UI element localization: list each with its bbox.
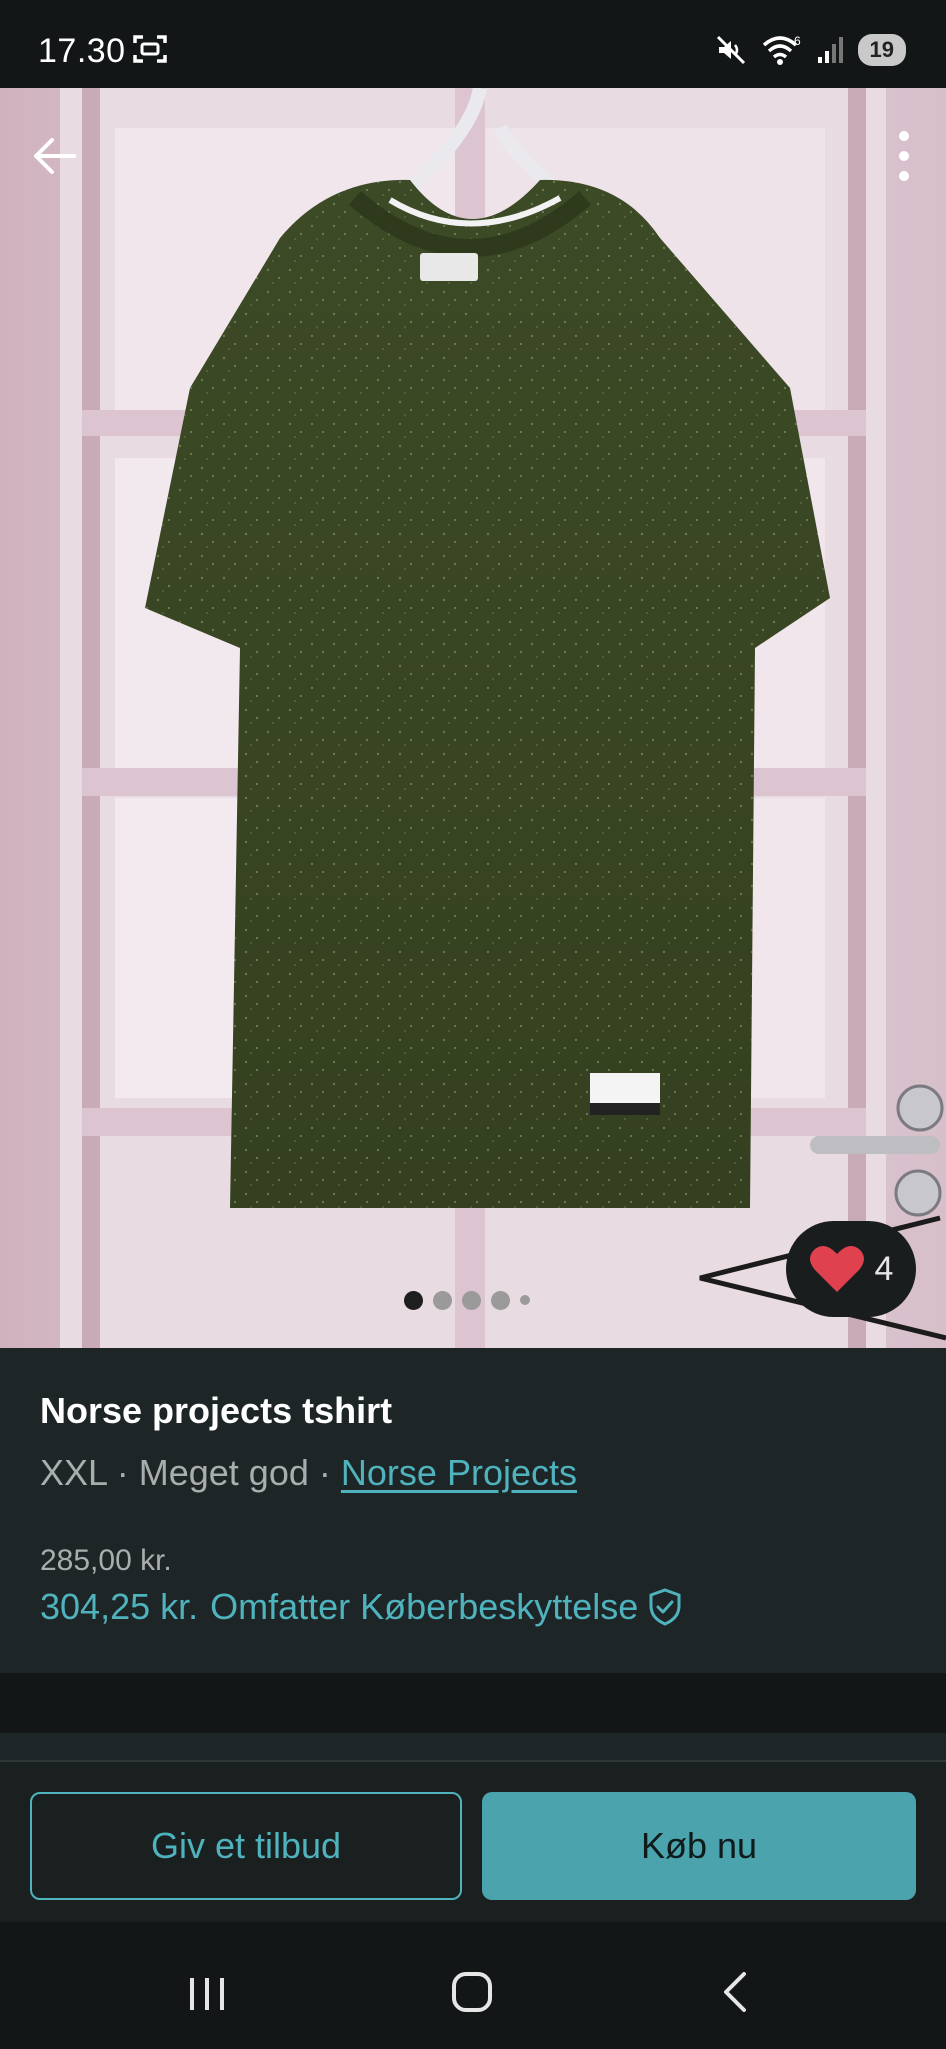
network-badge: 6: [794, 34, 801, 48]
listing-price: 285,00 kr.: [40, 1544, 172, 1577]
wifi-icon: 6: [762, 34, 801, 65]
carousel-dot[interactable]: [462, 1290, 481, 1310]
product-photo: [0, 88, 946, 1348]
make-offer-button[interactable]: Giv et tilbud: [30, 1792, 462, 1900]
listing-meta: XXL · Meget god · Norse Projects: [40, 1452, 577, 1494]
more-vert-icon[interactable]: [892, 128, 916, 184]
status-time: 17.30: [38, 32, 126, 70]
meta-separator: ·: [318, 1452, 331, 1493]
buyer-protection-row[interactable]: 304,25 kr. Omfatter Køberbeskyttelse: [40, 1586, 682, 1628]
status-icons: 6 19: [714, 32, 906, 68]
signal-icon: [817, 37, 843, 63]
shield-check-icon: [649, 1588, 681, 1626]
purchase-actions: Giv et tilbud Køb nu: [0, 1762, 946, 1922]
buy-now-button[interactable]: Køb nu: [482, 1792, 916, 1900]
screenshot-icon: [133, 35, 167, 63]
buyer-protection-label: Omfatter Køberbeskyttelse: [210, 1586, 639, 1627]
home-icon[interactable]: [450, 1970, 494, 2014]
favorite-count: 4: [874, 1249, 894, 1288]
total-price: 304,25 kr.: [40, 1586, 199, 1627]
battery-icon: 19: [857, 34, 906, 66]
carousel-dot[interactable]: [491, 1290, 510, 1310]
back-icon[interactable]: [720, 1970, 750, 2014]
recents-icon[interactable]: [186, 1976, 228, 2012]
mute-icon: [716, 35, 745, 65]
heart-icon: [809, 1245, 864, 1292]
system-nav-bar: [0, 1922, 946, 2049]
meta-separator: ·: [116, 1452, 129, 1493]
listing-condition: Meget god: [138, 1452, 309, 1493]
carousel-dot[interactable]: [520, 1295, 530, 1305]
section-band: [0, 1733, 946, 1761]
carousel-dot[interactable]: [404, 1290, 423, 1310]
back-arrow-icon[interactable]: [30, 132, 78, 180]
listing-size: XXL: [40, 1452, 107, 1493]
status-bar: 17.30 6 19: [0, 0, 946, 88]
favorite-button[interactable]: 4: [786, 1221, 916, 1317]
carousel-indicator: [404, 1290, 530, 1310]
carousel-dot[interactable]: [433, 1290, 452, 1310]
product-photo-carousel[interactable]: 4: [0, 88, 946, 1348]
section-gap: [0, 1673, 946, 1733]
listing-title: Norse projects tshirt: [40, 1390, 393, 1431]
brand-link[interactable]: Norse Projects: [341, 1452, 577, 1493]
listing-info: Norse projects tshirt XXL · Meget god · …: [0, 1348, 946, 1673]
